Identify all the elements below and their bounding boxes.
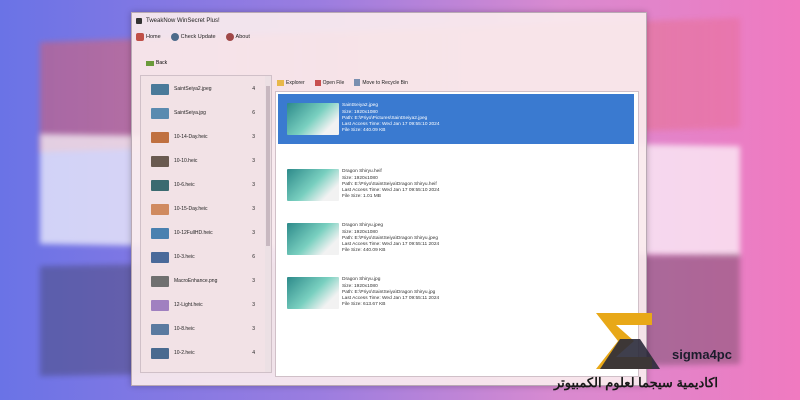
- title-bar: TweakNow WinSecret Plus!: [132, 13, 646, 29]
- thumbnail: [151, 275, 169, 287]
- thumbnail: [151, 155, 169, 167]
- thumbnail: [151, 203, 169, 215]
- thumbnail: [151, 131, 169, 143]
- thumbnail: [151, 107, 169, 119]
- thumbnail: [151, 83, 169, 95]
- folder-icon: [277, 79, 284, 86]
- recycle-icon: [354, 79, 361, 86]
- sidebar-list[interactable]: SaintSeiya2.jpeg 4 SaintSeiya.jpg 6 10-14-…: [140, 75, 272, 373]
- menu-bar: Home Check Update About: [132, 29, 646, 45]
- sidebar-item[interactable]: 10-15-Day.heic 3: [141, 198, 263, 220]
- brand-text: sigma4pc: [672, 347, 732, 362]
- sidebar-scrollbar[interactable]: [265, 76, 271, 372]
- app-icon: [136, 18, 142, 24]
- app-window: TweakNow WinSecret Plus! Home Check Upda…: [131, 12, 647, 386]
- file-thumbnail: [287, 169, 339, 201]
- thumbnail: [151, 179, 169, 191]
- file-thumbnail: [287, 277, 339, 309]
- file-item[interactable]: SaintSeiya2.jpeg Size: 1920x1080 Path: E…: [278, 94, 634, 144]
- file-item[interactable]: Dragon Shiryu.jpeg Size: 1920x1080 Path:…: [278, 214, 634, 264]
- back-arrow-icon: [146, 60, 154, 66]
- toolbar: Explorer Open File Move to Recycle Bin: [277, 79, 418, 86]
- thumbnail: [151, 347, 169, 359]
- arabic-text: اكاديمية سيجما لعلوم الكمبيوتر: [554, 375, 719, 390]
- back-button[interactable]: Back: [146, 60, 167, 66]
- globe-icon: [170, 33, 179, 41]
- sidebar-item[interactable]: 10-3.heic 6: [141, 246, 263, 268]
- file-detail-list[interactable]: SaintSeiya2.jpeg Size: 1920x1080 Path: E…: [275, 91, 639, 377]
- thumbnail: [151, 299, 169, 311]
- explorer-button[interactable]: Explorer: [277, 79, 305, 86]
- sidebar-item[interactable]: MacroEnhance.png 3: [141, 270, 263, 292]
- home-icon: [136, 33, 144, 41]
- scrollbar-thumb[interactable]: [266, 86, 270, 246]
- sidebar-item[interactable]: 10-2.heic 4: [141, 342, 263, 364]
- thumbnail: [151, 323, 169, 335]
- file-item[interactable]: Dragon Shiryu.jpg Size: 1920x1080 Path: …: [278, 268, 634, 318]
- sigma-logo: [596, 313, 660, 369]
- sidebar-item[interactable]: 10-6.heic 3: [141, 174, 263, 196]
- thumbnail: [151, 251, 169, 263]
- pen-icon: [314, 79, 321, 86]
- sidebar-item[interactable]: 10-14-Day.heic 3: [141, 126, 263, 148]
- window-title: TweakNow WinSecret Plus!: [146, 18, 220, 24]
- thumbnail: [151, 227, 169, 239]
- file-thumbnail: [287, 223, 339, 255]
- sidebar-item[interactable]: SaintSeiya.jpg 6: [141, 102, 263, 124]
- open-file-button[interactable]: Open File: [314, 79, 344, 86]
- menu-about[interactable]: About: [225, 33, 250, 41]
- recycle-button[interactable]: Move to Recycle Bin: [354, 79, 408, 86]
- sidebar-item[interactable]: 10-10.heic 3: [141, 150, 263, 172]
- sidebar-item[interactable]: 10-8.heic 3: [141, 318, 263, 340]
- info-icon: [225, 33, 234, 41]
- menu-check-update[interactable]: Check Update: [170, 33, 216, 41]
- sidebar-item[interactable]: 12-Light.heic 3: [141, 294, 263, 316]
- file-thumbnail: [287, 103, 339, 135]
- file-item[interactable]: Dragon Shiryu.heif Size: 1920x1080 Path:…: [278, 160, 634, 210]
- menu-home[interactable]: Home: [136, 33, 161, 41]
- sidebar-item[interactable]: 10-12FullHD.heic 3: [141, 222, 263, 244]
- sidebar-item[interactable]: SaintSeiya2.jpeg 4: [141, 78, 263, 100]
